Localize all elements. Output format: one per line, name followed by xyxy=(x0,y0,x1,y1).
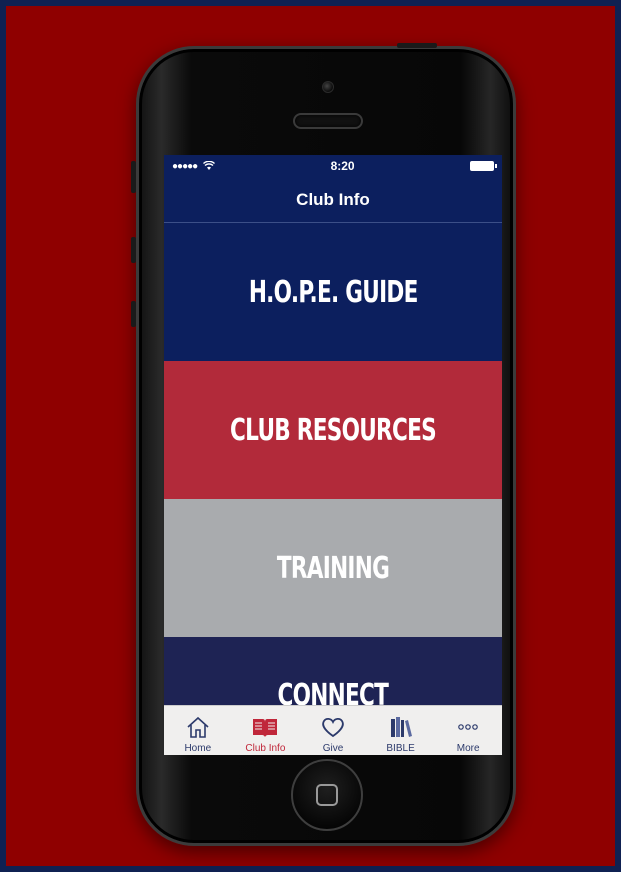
tab-label: BIBLE xyxy=(386,743,415,754)
tab-label: Club Info xyxy=(245,743,286,754)
menu-item-label: H.O.P.E. GUIDE xyxy=(248,274,419,310)
status-time: 8:20 xyxy=(330,159,355,173)
menu-item-label: CLUB RESOURCES xyxy=(230,412,437,448)
battery-icon xyxy=(469,161,497,171)
tab-label: More xyxy=(456,743,480,754)
phone-device: ●●●●● 8:20 Club Info H.O.P.E. GUIDE CLUB… xyxy=(131,43,516,846)
tab-home[interactable]: Home xyxy=(168,714,228,754)
tab-more[interactable]: More xyxy=(438,714,498,754)
app-screen: ●●●●● 8:20 Club Info H.O.P.E. GUIDE CLUB… xyxy=(164,155,502,755)
front-camera xyxy=(322,81,334,93)
tab-club-info[interactable]: Club Info xyxy=(235,714,295,754)
books-icon xyxy=(390,717,412,737)
volume-up-button xyxy=(131,237,136,263)
heart-icon xyxy=(322,717,344,738)
more-icon xyxy=(458,724,478,730)
tab-bar: Home Club Info Give BIBLE More xyxy=(164,705,502,755)
mute-switch xyxy=(131,161,136,193)
menu-item-training[interactable]: TRAINING xyxy=(164,499,502,637)
signal-wifi-indicator: ●●●●● xyxy=(172,160,216,172)
home-button[interactable] xyxy=(291,759,363,831)
status-bar: ●●●●● 8:20 xyxy=(164,155,502,177)
tab-label: Home xyxy=(184,743,212,754)
home-button-square-icon xyxy=(316,784,338,806)
wifi-icon xyxy=(203,161,216,170)
menu-item-label: TRAINING xyxy=(276,550,390,586)
tab-label: Give xyxy=(322,743,344,754)
nav-bar: Club Info xyxy=(164,177,502,223)
earpiece-speaker xyxy=(293,113,363,129)
home-icon xyxy=(187,716,209,738)
tab-bible[interactable]: BIBLE xyxy=(371,714,431,754)
menu-item-club-resources[interactable]: CLUB RESOURCES xyxy=(164,361,502,499)
volume-down-button xyxy=(131,301,136,327)
signal-icon: ●●●●● xyxy=(172,160,198,172)
tab-give[interactable]: Give xyxy=(303,714,363,754)
power-button xyxy=(397,43,437,48)
menu-item-hope-guide[interactable]: H.O.P.E. GUIDE xyxy=(164,223,502,361)
book-icon xyxy=(253,719,278,737)
page-title: Club Info xyxy=(296,189,370,209)
